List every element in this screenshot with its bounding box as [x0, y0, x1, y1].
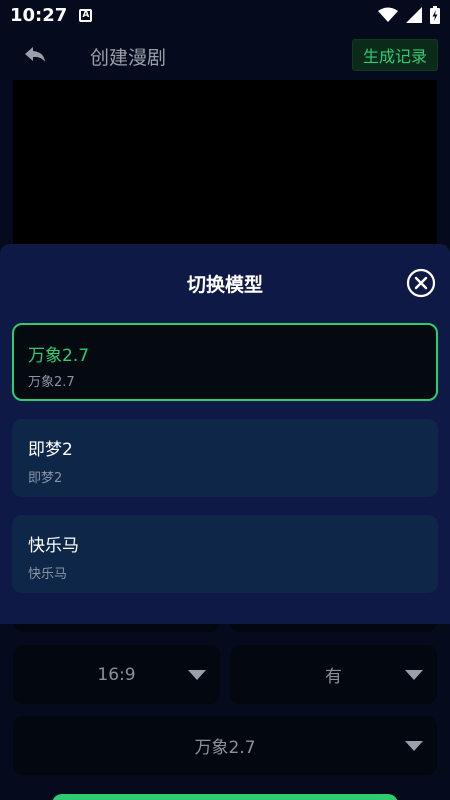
model-option-wanxiang[interactable]: 万象2.7 万象2.7	[12, 323, 438, 401]
dropdown-arrow-icon	[405, 740, 423, 751]
header-bar: 创建漫剧 生成记录	[0, 36, 450, 74]
model-option-kuailema[interactable]: 快乐马 快乐马	[12, 515, 438, 593]
dropdown-arrow-icon	[188, 669, 206, 680]
audio-value: 有	[325, 667, 342, 687]
wifi-icon	[378, 7, 398, 22]
model-switch-sheet: 切换模型 万象2.7 万象2.7 即梦2 即梦2 快乐马 快乐马	[0, 244, 450, 624]
accessibility-a-icon: A	[79, 8, 93, 22]
page-title: 创建漫剧	[90, 47, 167, 69]
dropdown-arrow-icon	[405, 669, 423, 680]
model-select[interactable]: 万象2.7	[13, 716, 437, 775]
model-option-subtitle: 快乐马	[28, 567, 68, 582]
model-option-subtitle: 即梦2	[28, 471, 63, 486]
model-option-subtitle: 万象2.7	[28, 375, 75, 390]
close-circle-icon[interactable]	[406, 268, 436, 298]
battery-icon	[430, 6, 440, 24]
aspect-ratio-select[interactable]: 16:9	[13, 645, 220, 704]
model-option-name: 万象2.7	[28, 346, 90, 366]
back-arrow-icon[interactable]	[22, 42, 48, 68]
model-value: 万象2.7	[194, 738, 256, 758]
generate-button[interactable]	[52, 794, 398, 800]
model-option-name: 快乐马	[28, 536, 79, 556]
status-bar: 10:27 A	[0, 0, 450, 30]
sheet-title: 切换模型	[186, 274, 263, 296]
generation-records-button[interactable]: 生成记录	[351, 39, 438, 71]
model-option-name: 即梦2	[28, 440, 73, 460]
aspect-ratio-value: 16:9	[97, 664, 136, 685]
signal-icon	[406, 7, 422, 23]
status-time: 10:27	[10, 4, 68, 26]
model-option-jimeng[interactable]: 即梦2 即梦2	[12, 419, 438, 497]
video-preview	[13, 80, 437, 250]
audio-select[interactable]: 有	[230, 645, 437, 704]
